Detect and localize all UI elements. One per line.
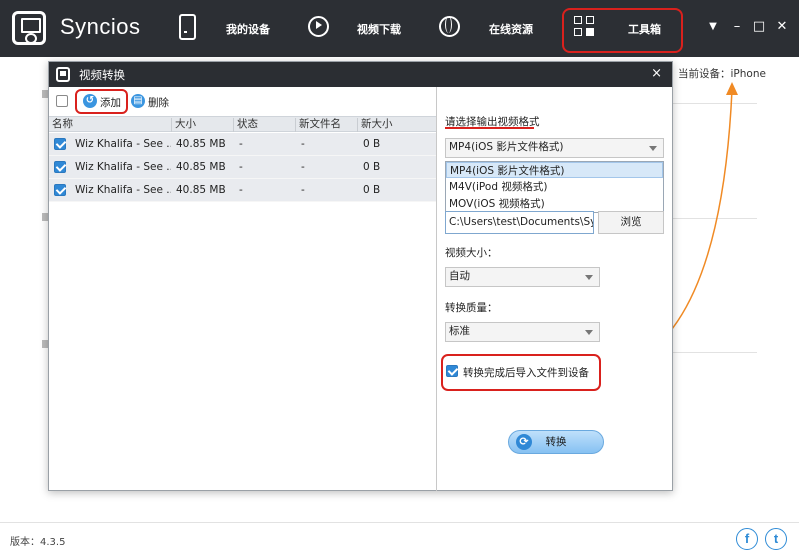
import-to-device-label[interactable]: 转换完成后导入文件到设备 — [463, 365, 589, 380]
convert-button[interactable]: ⟳ 转换 — [508, 430, 604, 454]
nav-my-device[interactable]: 我的设备 — [226, 21, 270, 37]
facebook-icon[interactable]: f — [736, 528, 758, 550]
format-dropdown-list: MP4(iOS 影片文件格式) M4V(iPod 视频格式) MOV(iOS 视… — [445, 161, 664, 213]
play-icon[interactable] — [308, 14, 332, 40]
dialog-close-button[interactable]: × — [651, 66, 662, 81]
minimize-icon[interactable]: – — [729, 19, 745, 35]
convert-button-label: 转换 — [545, 436, 567, 448]
column-header-status[interactable]: 状态 — [234, 118, 296, 132]
device-icon — [56, 67, 70, 82]
output-path-input[interactable]: C:\Users\test\Documents\Syncios — [445, 211, 594, 234]
new-file-size: 0 B — [363, 184, 381, 196]
select-all-checkbox[interactable] — [56, 95, 68, 107]
file-status: - — [239, 161, 243, 173]
dialog-title-bar: 视频转换 × — [49, 62, 672, 87]
row-checkbox[interactable] — [54, 161, 66, 173]
video-size-value: 自动 — [449, 270, 470, 282]
file-size: 40.85 MB — [176, 161, 226, 173]
close-icon[interactable]: ✕ — [774, 19, 790, 35]
delete-button[interactable]: 删除 — [148, 95, 169, 110]
quality-value: 标准 — [449, 325, 470, 337]
file-name: Wiz Khalifa - See ... — [75, 184, 171, 196]
quality-label: 转换质量： — [445, 302, 498, 314]
video-convert-dialog: 视频转换 × ↺ 添加 ▤ 删除 名称 大小 状态 新文件名 新大小 Wiz K… — [48, 61, 673, 491]
table-row[interactable]: Wiz Khalifa - See ... 40.85 MB - - 0 B — [49, 156, 436, 179]
format-select[interactable]: MP4(iOS 影片文件格式) — [445, 138, 664, 158]
app-title: Syncios — [60, 14, 141, 39]
file-name: Wiz Khalifa - See ... — [75, 138, 171, 150]
browse-button[interactable]: 浏览 — [598, 211, 664, 234]
chevron-down-icon — [585, 275, 593, 280]
delete-icon[interactable]: ▤ — [131, 94, 145, 108]
format-option-mov[interactable]: MOV(iOS 视频格式) — [446, 196, 663, 212]
refresh-icon: ⟳ — [516, 434, 532, 450]
new-file-name: - — [301, 161, 305, 173]
format-title-underline — [445, 127, 534, 129]
globe-icon[interactable] — [439, 14, 463, 40]
nav-toolbox[interactable]: 工具箱 — [628, 21, 661, 37]
import-to-device-checkbox[interactable] — [446, 365, 458, 377]
file-status: - — [239, 138, 243, 150]
app-logo-icon — [12, 11, 46, 45]
twitter-icon[interactable]: t — [765, 528, 787, 550]
file-name: Wiz Khalifa - See ... — [75, 161, 171, 173]
table-row[interactable]: Wiz Khalifa - See ... 40.85 MB - - 0 B — [49, 179, 436, 202]
top-bar: Syncios 我的设备 视频下载 在线资源 工具箱 ▼ – □ ✕ — [0, 0, 799, 57]
add-icon[interactable]: ↺ — [83, 94, 97, 108]
chevron-down-icon — [585, 330, 593, 335]
new-file-size: 0 B — [363, 161, 381, 173]
format-option-m4v[interactable]: M4V(iPod 视频格式) — [446, 179, 663, 195]
file-toolbar: ↺ 添加 ▤ 删除 — [49, 87, 437, 116]
status-bar: 版本：4.3.5 f t — [0, 522, 799, 556]
column-header-new-name[interactable]: 新文件名 — [296, 118, 358, 132]
nav-online-resources[interactable]: 在线资源 — [489, 21, 533, 37]
grid-icon[interactable] — [574, 16, 596, 38]
quality-select[interactable]: 标准 — [445, 322, 600, 342]
format-option-mp4[interactable]: MP4(iOS 影片文件格式) — [446, 162, 663, 178]
dialog-title: 视频转换 — [79, 68, 125, 82]
add-button[interactable]: 添加 — [100, 95, 121, 110]
file-status: - — [239, 184, 243, 196]
column-header-new-size[interactable]: 新大小 — [358, 118, 436, 132]
phone-icon[interactable] — [176, 14, 200, 40]
video-size-label: 视频大小： — [445, 247, 498, 259]
menu-dropdown-icon[interactable]: ▼ — [705, 19, 721, 35]
column-header-size[interactable]: 大小 — [172, 118, 234, 132]
table-header: 名称 大小 状态 新文件名 新大小 — [49, 116, 436, 132]
row-checkbox[interactable] — [54, 184, 66, 196]
new-file-size: 0 B — [363, 138, 381, 150]
file-size: 40.85 MB — [176, 184, 226, 196]
file-size: 40.85 MB — [176, 138, 226, 150]
video-size-select[interactable]: 自动 — [445, 267, 600, 287]
new-file-name: - — [301, 184, 305, 196]
version-label: 版本：4.3.5 — [10, 537, 66, 548]
maximize-icon[interactable]: □ — [751, 19, 767, 35]
column-header-name[interactable]: 名称 — [49, 118, 172, 132]
table-row[interactable]: Wiz Khalifa - See ... 40.85 MB - - 0 B — [49, 133, 436, 156]
chevron-down-icon — [649, 146, 657, 151]
format-selected-value: MP4(iOS 影片文件格式) — [449, 141, 564, 153]
settings-pane: 请选择输出视频格式 MP4(iOS 影片文件格式) MP4(iOS 影片文件格式… — [438, 87, 672, 491]
file-list-pane: ↺ 添加 ▤ 删除 名称 大小 状态 新文件名 新大小 Wiz Khalifa … — [49, 87, 437, 491]
row-checkbox[interactable] — [54, 138, 66, 150]
new-file-name: - — [301, 138, 305, 150]
nav-video-download[interactable]: 视频下载 — [357, 21, 401, 37]
